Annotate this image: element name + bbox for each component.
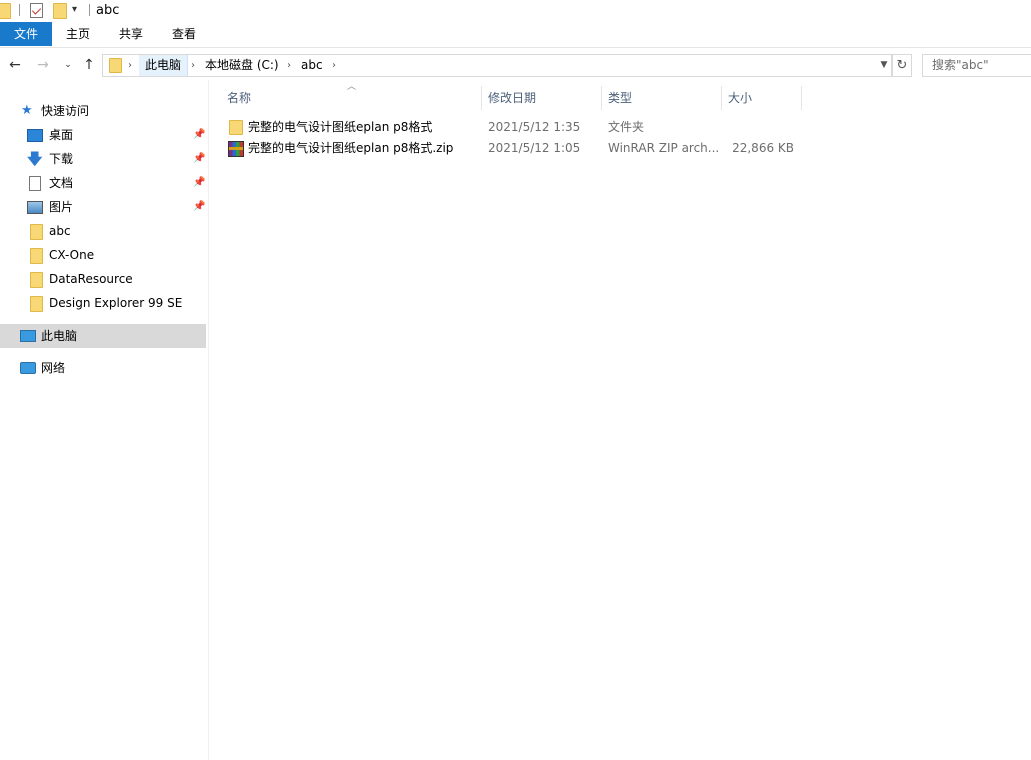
file-type: 文件夹: [608, 120, 645, 134]
column-header-type[interactable]: 类型: [608, 86, 718, 110]
window-title: abc: [96, 3, 120, 18]
nav-label: Design Explorer 99 SE: [49, 296, 183, 310]
properties-icon[interactable]: [30, 3, 43, 18]
folder-icon: [0, 3, 11, 19]
nav-item-folder[interactable]: abc: [0, 219, 206, 243]
column-header-size[interactable]: 大小: [728, 86, 798, 110]
nav-label: 文档: [49, 176, 74, 190]
folder-icon: [30, 248, 43, 264]
chevron-right-icon[interactable]: ›: [191, 55, 195, 76]
folder-icon: [109, 58, 122, 73]
column-divider[interactable]: [481, 86, 482, 110]
nav-item-downloads[interactable]: 🡇 下载 📌: [0, 147, 206, 171]
download-icon: 🡇: [27, 150, 43, 168]
pin-icon[interactable]: 📌: [193, 195, 205, 219]
toolbar-separator: [89, 4, 90, 16]
document-icon: [29, 176, 41, 191]
breadcrumb-local-disk[interactable]: 本地磁盘 (C:): [205, 55, 279, 76]
pin-icon[interactable]: 📌: [193, 171, 205, 195]
forward-button[interactable]: →: [34, 55, 52, 75]
folder-icon: [30, 224, 43, 240]
search-placeholder: 搜索"abc": [932, 58, 989, 72]
nav-item-folder[interactable]: DataResource: [0, 267, 206, 291]
network-icon: [20, 362, 36, 374]
nav-label: DataResource: [49, 272, 133, 286]
back-button[interactable]: ←: [6, 55, 24, 75]
nav-label: abc: [49, 224, 71, 238]
recent-locations-button[interactable]: ⌄: [59, 55, 77, 75]
folder-icon: [30, 272, 43, 288]
breadcrumb-abc[interactable]: abc: [301, 55, 323, 76]
column-header-name[interactable]: 名称: [227, 86, 479, 110]
file-date: 2021/5/12 1:05: [488, 141, 581, 155]
pin-icon[interactable]: 📌: [193, 147, 205, 171]
column-divider[interactable]: [721, 86, 722, 110]
breadcrumb-this-pc[interactable]: 此电脑: [139, 55, 189, 76]
navigation-pane: ★ 快速访问 桌面 📌 🡇 下载 📌 文档 📌 图片 📌 abc CX-One …: [0, 80, 209, 760]
nav-label: CX-One: [49, 248, 95, 262]
file-type: WinRAR ZIP arch...: [608, 141, 720, 155]
nav-label: 快速访问: [41, 104, 90, 118]
nav-label: 桌面: [49, 128, 74, 142]
folder-icon: [30, 296, 43, 312]
nav-item-pictures[interactable]: 图片 📌: [0, 195, 206, 219]
winrar-zip-icon: [228, 141, 244, 157]
file-date: 2021/5/12 1:35: [488, 120, 581, 134]
customize-toolbar-icon[interactable]: ▾: [72, 4, 77, 15]
computer-icon: [20, 330, 36, 342]
nav-item-folder[interactable]: CX-One: [0, 243, 206, 267]
pin-icon[interactable]: 📌: [193, 123, 205, 147]
nav-label: 图片: [49, 200, 74, 214]
nav-item-documents[interactable]: 文档 📌: [0, 171, 206, 195]
table-row[interactable]: 完整的电气设计图纸eplan p8格式 2021/5/12 1:35 文件夹: [222, 117, 802, 138]
nav-item-folder[interactable]: Design Explorer 99 SE: [0, 291, 206, 315]
toolbar-separator: [19, 4, 20, 16]
nav-item-desktop[interactable]: 桌面 📌: [0, 123, 206, 147]
file-name: 完整的电气设计图纸eplan p8格式.zip: [248, 141, 454, 155]
tab-file[interactable]: 文件: [0, 22, 52, 46]
table-row[interactable]: 完整的电气设计图纸eplan p8格式.zip 2021/5/12 1:05 W…: [222, 138, 802, 159]
picture-icon: [27, 201, 43, 214]
tab-share[interactable]: 共享: [111, 22, 151, 46]
file-name: 完整的电气设计图纸eplan p8格式: [248, 120, 433, 134]
folder-icon: [229, 120, 243, 135]
search-input[interactable]: 搜索"abc": [922, 54, 1031, 77]
nav-network[interactable]: 网络: [0, 356, 206, 380]
chevron-right-icon[interactable]: ›: [287, 55, 291, 76]
address-bar[interactable]: › 此电脑 › 本地磁盘 (C:) › abc › ▼: [102, 54, 892, 77]
nav-label: 此电脑: [41, 329, 78, 343]
ribbon: 文件 主页 共享 查看: [0, 22, 1031, 48]
new-folder-icon[interactable]: [53, 3, 67, 19]
nav-quick-access[interactable]: ★ 快速访问: [0, 99, 206, 123]
desktop-icon: [27, 129, 43, 142]
star-icon: ★: [21, 103, 33, 118]
column-divider[interactable]: [601, 86, 602, 110]
column-header-date[interactable]: 修改日期: [488, 86, 598, 110]
refresh-button[interactable]: ↻: [892, 54, 912, 77]
address-dropdown-icon[interactable]: ▼: [877, 55, 891, 76]
tab-home[interactable]: 主页: [58, 22, 98, 46]
nav-this-pc[interactable]: 此电脑: [0, 324, 206, 348]
tab-view[interactable]: 查看: [164, 22, 204, 46]
nav-label: 下载: [49, 152, 74, 166]
file-size: 22,866 KB: [732, 141, 794, 155]
column-divider[interactable]: [801, 86, 802, 110]
nav-label: 网络: [41, 361, 66, 375]
up-button[interactable]: ↑: [80, 55, 98, 75]
chevron-right-icon[interactable]: ›: [128, 55, 132, 76]
title-bar: ▾ abc: [0, 0, 1031, 22]
chevron-right-icon[interactable]: ›: [332, 55, 336, 76]
